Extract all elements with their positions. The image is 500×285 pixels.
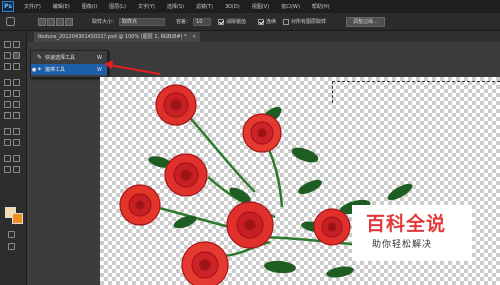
annotation-arrow [104, 60, 161, 75]
quick-selection-icon: ✎ [37, 54, 43, 61]
intersect-selection-icon[interactable] [65, 17, 73, 26]
flyout-item-label: 快速选择工具 [45, 55, 76, 61]
gradient-tool-icon[interactable] [13, 101, 20, 108]
document-tab[interactable]: Reduce_20120430145022?.psd @ 100% (图层 1,… [34, 32, 201, 42]
3d-camera-tool-icon[interactable] [13, 166, 20, 173]
contiguous-label: 连续 [266, 19, 277, 25]
3d-rotate-tool-icon[interactable] [4, 166, 11, 173]
pen-tool-icon[interactable] [4, 128, 11, 135]
menu-select[interactable]: 选择(S) [161, 3, 190, 10]
tolerance-input[interactable]: 10 [193, 17, 212, 26]
sample-all-label: 对所有图层取样 [291, 19, 327, 25]
menu-edit[interactable]: 编辑(E) [47, 3, 76, 10]
antialias-checkbox[interactable]: 消除锯齿 [218, 16, 246, 27]
watermark-title: 百科全说 [366, 213, 447, 235]
selection-mode-group [38, 16, 74, 27]
menu-type[interactable]: 文字(Y) [132, 3, 161, 10]
flyout-item-label: 魔棒工具 [45, 67, 66, 73]
quick-mask-icon[interactable] [8, 231, 15, 238]
tolerance-value: 10 [196, 18, 203, 25]
tools-panel [0, 31, 27, 285]
new-selection-icon[interactable] [38, 17, 46, 26]
magic-wand-icon: ✦ [37, 66, 43, 73]
tool-preset-picker[interactable] [6, 16, 15, 27]
flyout-item-quick-selection[interactable]: ✎ 快速选择工具 W [31, 52, 107, 63]
menu-image[interactable]: 图像(I) [76, 3, 103, 10]
menu-window[interactable]: 窗口(W) [275, 3, 306, 10]
contiguous-check-icon [258, 18, 264, 25]
watermark-subtitle: 助你轻松解决 [372, 240, 433, 250]
rose-flower [164, 153, 208, 197]
shape-tool-icon[interactable] [13, 139, 20, 146]
eraser-tool-icon[interactable] [4, 101, 11, 108]
move-tool-icon[interactable] [4, 41, 11, 48]
rose-flower [226, 201, 274, 249]
clone-stamp-tool-icon[interactable] [4, 90, 11, 97]
rose-flower [155, 84, 197, 126]
close-icon[interactable]: × [192, 34, 196, 40]
dodge-tool-icon[interactable] [13, 112, 20, 119]
rose-flower [242, 113, 282, 153]
brush-tool-icon[interactable] [13, 79, 20, 86]
rose-flower [313, 208, 351, 246]
zoom-tool-icon[interactable] [13, 155, 20, 162]
menu-bar: Ps 文件(F) 编辑(E) 图像(I) 图层(L) 文字(Y) 选择(S) 滤… [0, 0, 500, 13]
antialias-check-icon [218, 18, 224, 25]
menu-3d[interactable]: 3D(D) [219, 4, 246, 10]
rose-flower [119, 184, 161, 226]
sample-size-label: 取样大小： [92, 19, 118, 25]
document-tab-bar: Reduce_20120430145022?.psd @ 100% (图层 1,… [26, 31, 500, 42]
marquee-tool-icon[interactable] [13, 41, 20, 48]
history-brush-tool-icon[interactable] [13, 90, 20, 97]
refine-edge-button[interactable]: 调整边缘... [346, 16, 385, 27]
options-bar: 取样大小： 取样点 容差： 10 消除锯齿 连续 对所有图层取样 调整边缘... [0, 13, 500, 31]
flyout-item-magic-wand[interactable]: ● ✦ 魔棒工具 W [31, 64, 107, 75]
crop-tool-icon[interactable] [4, 63, 11, 70]
background-color-swatch[interactable] [12, 213, 23, 224]
sample-size-select[interactable]: 取样点 [119, 17, 166, 26]
tool-flyout-menu: ✎ 快速选择工具 W ● ✦ 魔棒工具 W [30, 50, 108, 78]
menu-file[interactable]: 文件(F) [18, 3, 47, 10]
hand-tool-icon[interactable] [4, 155, 11, 162]
menu-help[interactable]: 帮助(H) [306, 3, 336, 10]
sample-all-layers-checkbox[interactable]: 对所有图层取样 [283, 16, 326, 27]
menu-view[interactable]: 视图(V) [246, 3, 275, 10]
document-tab-title: Reduce_20120430145022?.psd @ 100% (图层 1,… [38, 34, 187, 40]
magic-wand-icon [6, 17, 15, 26]
selection-marquee [332, 81, 500, 103]
watermark: 百科全说 助你轻松解决 [352, 205, 472, 261]
tolerance-label: 容差： [176, 19, 192, 25]
lasso-tool-icon[interactable] [4, 52, 11, 59]
menu-filter[interactable]: 滤镜(T) [190, 3, 219, 10]
menu-layer[interactable]: 图层(L) [103, 3, 132, 10]
rose-flower [181, 241, 229, 285]
screen-mode-icon[interactable] [8, 243, 15, 250]
sample-size-value: 取样点 [122, 18, 138, 25]
contiguous-checkbox[interactable]: 连续 [258, 16, 276, 27]
photoshop-logo: Ps [2, 1, 14, 12]
blur-tool-icon[interactable] [4, 112, 11, 119]
magic-wand-tool-icon[interactable] [13, 52, 20, 59]
path-selection-tool-icon[interactable] [4, 139, 11, 146]
eyedropper-tool-icon[interactable] [13, 63, 20, 70]
healing-brush-tool-icon[interactable] [4, 79, 11, 86]
antialias-label: 消除锯齿 [226, 19, 247, 25]
type-tool-icon[interactable] [13, 128, 20, 135]
add-to-selection-icon[interactable] [47, 17, 55, 26]
sample-all-check-icon [283, 18, 289, 25]
subtract-selection-icon[interactable] [56, 17, 64, 26]
